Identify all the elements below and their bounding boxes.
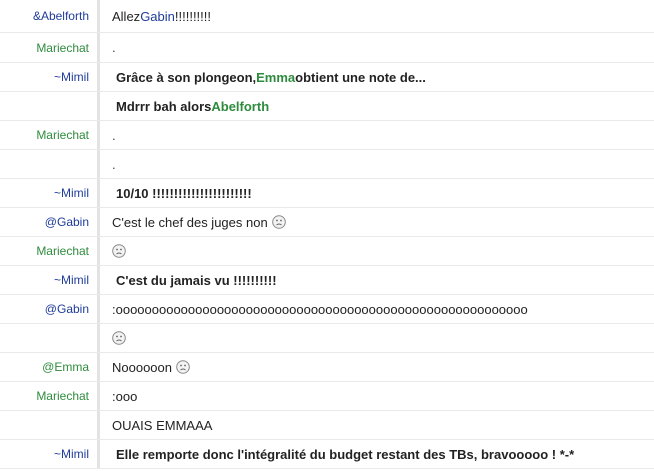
message-part: Mdrrr bah alors — [116, 98, 212, 114]
nick-label[interactable]: ~Mimil — [0, 440, 100, 468]
nick-label[interactable]: ~Mimil — [0, 63, 100, 91]
message-text: Grâce à son plongeon, Emma obtient une n… — [100, 63, 654, 91]
nick-label[interactable]: Mariechat — [0, 33, 100, 62]
chat-row: Mdrrr bah alors Abelforth — [0, 92, 654, 121]
mention-highlight: Emma — [256, 69, 296, 85]
message-part: Noooooon — [112, 359, 172, 375]
message-part: C'est du jamais vu !!!!!!!!!! — [116, 272, 277, 288]
message-part: Grâce à son plongeon, — [116, 69, 257, 85]
message-part: Allez — [112, 8, 141, 24]
message-part: C'est le chef des juges non — [112, 214, 268, 230]
nick-label[interactable]: ~Mimil — [0, 266, 100, 294]
message-text: . — [100, 121, 654, 149]
nick-label[interactable] — [0, 150, 100, 178]
nick-label[interactable]: &Abelforth — [0, 0, 100, 32]
nick-label[interactable]: Mariechat — [0, 382, 100, 410]
message-part: obtient une note de... — [295, 69, 426, 85]
message-text: Mdrrr bah alors Abelforth — [100, 92, 654, 120]
chat-row: Mariechat :ooo — [0, 382, 654, 411]
chat-row: ~Mimil C'est du jamais vu !!!!!!!!!! — [0, 266, 654, 295]
message-text: . — [100, 150, 654, 178]
chat-row: Mariechat — [0, 237, 654, 266]
message-text: Elle remporte donc l'intégralité du budg… — [100, 440, 654, 468]
message-text — [100, 324, 654, 352]
message-part: 10/10 !!!!!!!!!!!!!!!!!!!!!!! — [116, 185, 252, 201]
message-text: C'est le chef des juges non — [100, 208, 654, 236]
nick-label[interactable]: Mariechat — [0, 121, 100, 149]
nick-label[interactable]: ~Mimil — [0, 179, 100, 207]
chat-log: &Abelforth Allez Gabin !!!!!!!!!! Mariec… — [0, 0, 654, 471]
message-text: 10/10 !!!!!!!!!!!!!!!!!!!!!!! — [100, 179, 654, 207]
nick-label[interactable]: @Emma — [0, 353, 100, 381]
nick-label[interactable] — [0, 92, 100, 120]
message-text: :ooo — [100, 382, 654, 410]
message-part: OUAIS EMMAAA — [112, 417, 213, 433]
nick-label[interactable] — [0, 324, 100, 352]
chat-row: ~Mimil 10/10 !!!!!!!!!!!!!!!!!!!!!!! — [0, 179, 654, 208]
nick-label[interactable]: @Gabin — [0, 295, 100, 323]
message-text: . — [100, 33, 654, 62]
chat-row: Mariechat . — [0, 121, 654, 150]
message-text: Allez Gabin !!!!!!!!!! — [100, 0, 654, 32]
chat-row: @Gabin :oooooooooooooooooooooooooooooooo… — [0, 295, 654, 324]
sad-face-icon — [112, 331, 126, 345]
message-part: Elle remporte donc l'intégralité du budg… — [116, 446, 575, 462]
mention-highlight: Abelforth — [211, 98, 270, 114]
message-part: . — [112, 156, 116, 172]
message-part: . — [112, 127, 116, 143]
message-part: . — [112, 40, 116, 55]
nick-label[interactable] — [0, 411, 100, 439]
chat-row: . — [0, 150, 654, 179]
nick-label[interactable]: @Gabin — [0, 208, 100, 236]
chat-row: OUAIS EMMAAA — [0, 411, 654, 440]
chat-row: ~Mimil Elle remporte donc l'intégralité … — [0, 440, 654, 469]
mention-highlight: Gabin — [140, 8, 175, 24]
sad-face-icon — [176, 360, 190, 374]
sad-face-icon — [271, 215, 286, 229]
message-text: C'est du jamais vu !!!!!!!!!! — [100, 266, 654, 294]
chat-row: @Gabin C'est le chef des juges non — [0, 208, 654, 237]
chat-row — [0, 324, 654, 353]
message-text: Noooooon — [100, 353, 654, 381]
chat-row: Mariechat . — [0, 33, 654, 63]
chat-row: &Abelforth Allez Gabin !!!!!!!!!! — [0, 0, 654, 33]
message-text — [100, 237, 654, 265]
chat-row: @Emma Noooooon — [0, 353, 654, 382]
nick-label[interactable]: Mariechat — [0, 237, 100, 265]
message-text: OUAIS EMMAAA — [100, 411, 654, 439]
message-part: !!!!!!!!!! — [174, 8, 212, 24]
message-part: :ooo — [112, 388, 138, 404]
message-part: :ooooooooooooooooooooooooooooooooooooooo… — [112, 301, 528, 317]
sad-face-icon — [112, 244, 126, 258]
message-text: :ooooooooooooooooooooooooooooooooooooooo… — [100, 295, 654, 323]
chat-row: ~Mimil Grâce à son plongeon, Emma obtien… — [0, 63, 654, 92]
